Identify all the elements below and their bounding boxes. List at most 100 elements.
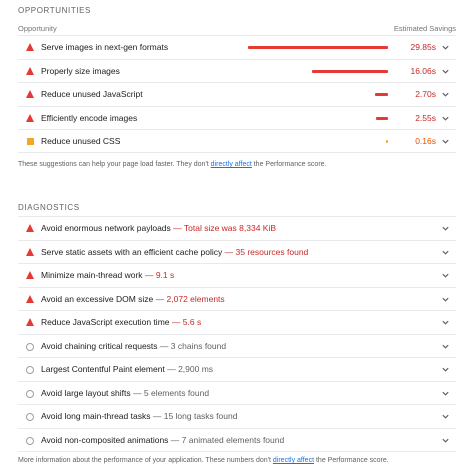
diagnostic-title: Largest Contentful Paint element — 2,900…	[41, 364, 213, 374]
diagnostic-row[interactable]: Serve static assets with an efficient ca…	[18, 239, 456, 263]
estimated-savings-value: 16.06s	[410, 65, 436, 76]
diagnostic-separator: —	[159, 340, 169, 351]
estimated-savings-value: 0.16s	[415, 136, 436, 146]
opportunity-title: Properly size images	[41, 65, 120, 76]
warning-triangle-icon	[26, 271, 35, 280]
diagnostics-section-title: DIAGNOSTICS	[18, 203, 80, 212]
info-circle-icon	[26, 389, 35, 398]
opportunities-note-text: These suggestions can help your page loa…	[18, 161, 211, 168]
diagnostics-bottom-divider	[18, 451, 456, 452]
diagnostic-separator: —	[224, 246, 234, 257]
estimated-savings-column-header: Estimated Savings	[393, 24, 456, 33]
warning-triangle-icon	[26, 294, 35, 304]
diagnostic-title: Avoid an excessive DOM size — 2,072 elem…	[41, 294, 225, 304]
diagnostic-label: Minimize main-thread work	[41, 270, 143, 280]
opportunity-title: Reduce unused CSS	[41, 136, 121, 146]
diagnostic-display-value: 35 resources found	[235, 246, 309, 257]
diagnostic-title: Avoid large layout shifts — 5 elements f…	[41, 388, 209, 398]
chevron-down-icon[interactable]	[441, 43, 450, 52]
warning-triangle-icon	[26, 90, 35, 99]
diagnostic-row[interactable]: Reduce JavaScript execution time — 5.6 s	[18, 310, 456, 333]
chevron-down-icon[interactable]	[441, 248, 450, 257]
info-circle-icon	[26, 365, 35, 374]
opportunity-title: Efficiently encode images	[41, 112, 138, 123]
diagnostic-title: Avoid non-composited animations — 7 anim…	[41, 435, 284, 445]
diagnostic-row[interactable]: Minimize main-thread work — 9.1 s	[18, 263, 456, 286]
chevron-down-icon[interactable]	[441, 114, 450, 123]
warning-triangle-icon	[26, 247, 35, 257]
diagnostic-row[interactable]: Avoid enormous network payloads — Total …	[18, 216, 456, 239]
diagnostic-separator: —	[144, 270, 154, 280]
estimated-savings-value: 29.85s	[410, 42, 436, 52]
diagnostic-title: Avoid long main-thread tasks — 15 long t…	[41, 411, 237, 421]
diagnostic-label: Avoid large layout shifts	[41, 387, 131, 398]
diagnostics-note-text: More information about the performance o…	[18, 457, 273, 464]
diagnostic-separator: —	[167, 364, 176, 374]
diagnostic-row[interactable]: Avoid long main-thread tasks — 15 long t…	[18, 404, 456, 427]
diagnostic-display-value: 2,072 elements	[166, 293, 225, 304]
diagnostic-label: Avoid chaining critical requests	[41, 340, 158, 351]
estimated-savings-value: 2.70s	[415, 89, 436, 99]
estimated-savings-value: 2.55s	[415, 112, 436, 123]
diagnostic-label: Avoid non-composited animations	[41, 434, 169, 445]
diagnostic-separator: —	[155, 293, 165, 304]
warning-triangle-icon	[26, 43, 35, 52]
diagnostic-display-value: 7 animated elements found	[181, 434, 285, 445]
opportunity-row[interactable]: Efficiently encode images 2.55s	[18, 105, 456, 129]
directly-affect-link[interactable]: directly affect	[211, 161, 252, 168]
diagnostic-display-value: 15 long tasks found	[163, 411, 238, 421]
chevron-down-icon[interactable]	[441, 412, 450, 421]
opportunity-row[interactable]: Properly size images 16.06s	[18, 58, 456, 82]
diagnostics-note-text-end: the Performance score.	[314, 457, 389, 464]
opportunity-row[interactable]: Reduce unused CSS 0.16s	[18, 129, 456, 152]
chevron-down-icon[interactable]	[441, 318, 450, 327]
diagnostic-row[interactable]: Avoid an excessive DOM size — 2,072 elem…	[18, 286, 456, 310]
diagnostic-title: Serve static assets with an efficient ca…	[41, 247, 308, 257]
chevron-down-icon[interactable]	[441, 389, 450, 398]
diagnostic-label: Reduce JavaScript execution time	[41, 317, 170, 327]
chevron-down-icon[interactable]	[441, 436, 450, 445]
warning-triangle-icon	[26, 113, 35, 123]
diagnostic-label: Avoid long main-thread tasks	[41, 411, 151, 421]
chevron-down-icon[interactable]	[441, 342, 450, 351]
diagnostic-row[interactable]: Largest Contentful Paint element — 2,900…	[18, 357, 456, 380]
diagnostic-label: Serve static assets with an efficient ca…	[41, 246, 223, 257]
opportunity-row[interactable]: Reduce unused JavaScript 2.70s	[18, 82, 456, 105]
diagnostic-separator: —	[173, 223, 182, 233]
chevron-down-icon[interactable]	[441, 271, 450, 280]
diagnostics-note: More information about the performance o…	[18, 457, 389, 464]
diagnostic-display-value: 9.1 s	[155, 270, 175, 280]
chevron-down-icon[interactable]	[441, 137, 450, 146]
opportunity-row[interactable]: Serve images in next-gen formats 29.85s	[18, 35, 456, 58]
warning-triangle-icon	[26, 318, 35, 327]
chevron-down-icon[interactable]	[441, 90, 450, 99]
directly-affect-link[interactable]: directly affect	[273, 457, 314, 464]
opportunities-note: These suggestions can help your page loa…	[18, 161, 327, 168]
diagnostic-row[interactable]: Avoid non-composited animations — 7 anim…	[18, 427, 456, 451]
warning-triangle-icon	[26, 66, 35, 76]
info-circle-icon	[26, 436, 35, 445]
diagnostic-display-value: 2,900 ms	[178, 364, 214, 374]
diagnostic-display-value: 3 chains found	[170, 340, 227, 351]
opportunity-column-header: Opportunity	[18, 24, 57, 33]
opportunity-title: Reduce unused JavaScript	[41, 89, 143, 99]
chevron-down-icon[interactable]	[441, 365, 450, 374]
diagnostic-row[interactable]: Avoid large layout shifts — 5 elements f…	[18, 380, 456, 404]
opportunity-title: Serve images in next-gen formats	[41, 42, 169, 52]
diagnostic-separator: —	[152, 411, 162, 421]
diagnostic-title: Reduce JavaScript execution time — 5.6 s	[41, 317, 201, 327]
diagnostic-row[interactable]: Avoid chaining critical requests — 3 cha…	[18, 333, 456, 357]
chevron-down-icon[interactable]	[441, 67, 450, 76]
savings-bar	[376, 116, 388, 120]
diagnostic-display-value: 5 elements found	[143, 387, 210, 398]
diagnostic-separator: —	[171, 317, 181, 327]
diagnostic-label: Avoid enormous network payloads	[41, 223, 171, 233]
opportunities-section-title: OPPORTUNITIES	[18, 6, 91, 15]
chevron-down-icon[interactable]	[441, 295, 450, 304]
diagnostic-separator: —	[170, 434, 180, 445]
diagnostic-separator: —	[133, 387, 142, 398]
average-square-icon	[26, 137, 35, 146]
info-circle-icon	[26, 412, 35, 421]
diagnostic-label: Avoid an excessive DOM size	[41, 293, 154, 304]
chevron-down-icon[interactable]	[441, 224, 450, 233]
